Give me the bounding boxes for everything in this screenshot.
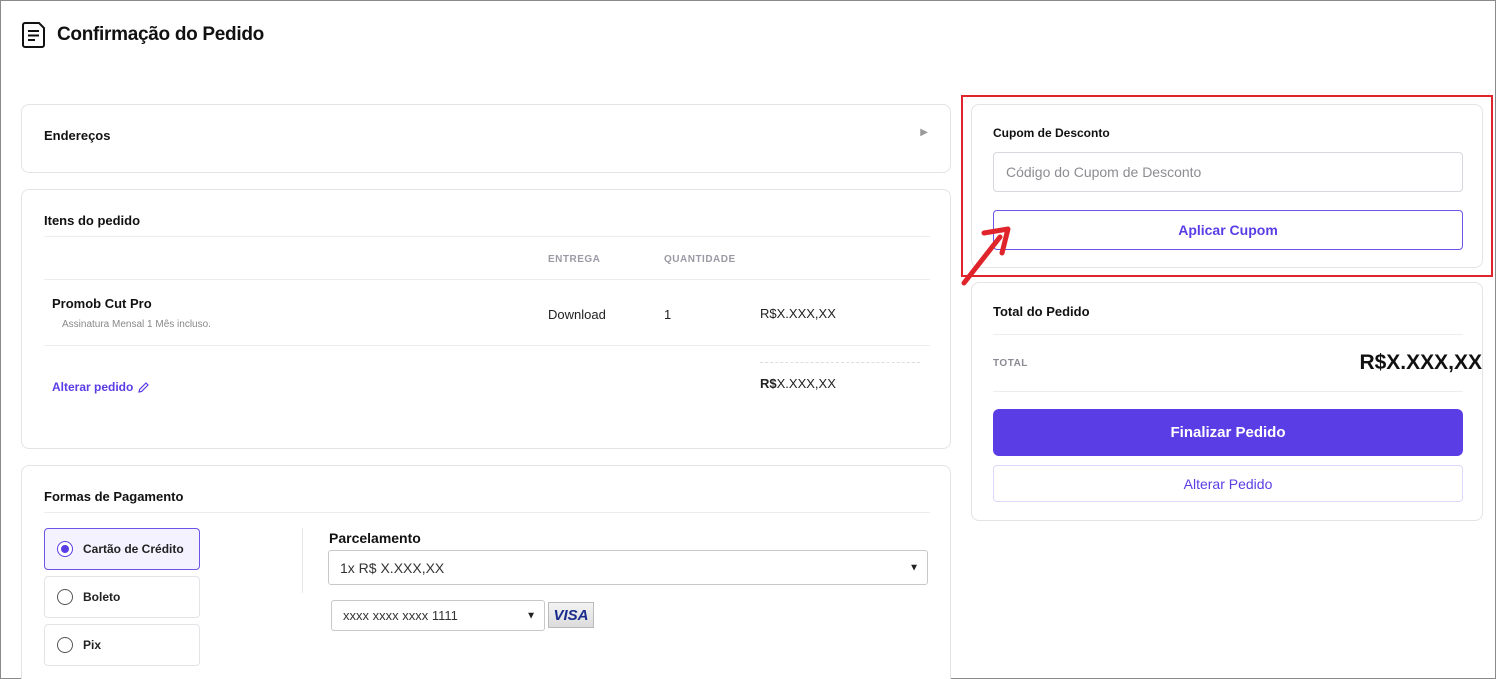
card-select[interactable]: xxxx xxxx xxxx 1111 ▼ bbox=[331, 600, 545, 631]
change-order-button[interactable]: Alterar Pedido bbox=[993, 465, 1463, 502]
highlight-box bbox=[961, 95, 1493, 277]
divider bbox=[993, 334, 1463, 335]
order-items-title: Itens do pedido bbox=[44, 213, 141, 228]
payment-option-label: Boleto bbox=[83, 590, 121, 604]
total-label: TOTAL bbox=[993, 358, 1028, 369]
order-total-title: Total do Pedido bbox=[993, 304, 1090, 319]
card-value: xxxx xxxx xxxx 1111 bbox=[343, 608, 458, 623]
payment-option-boleto[interactable]: Boleto bbox=[44, 576, 200, 618]
addresses-card[interactable]: Endereços ▶ bbox=[21, 104, 951, 173]
addresses-title: Endereços bbox=[44, 128, 111, 143]
column-header-delivery: ENTREGA bbox=[548, 254, 601, 265]
finalize-order-button[interactable]: Finalizar Pedido bbox=[993, 409, 1463, 456]
product-description: Assinatura Mensal 1 Mês incluso. bbox=[62, 319, 211, 330]
subtotal-value: R$X.XXX,XX bbox=[760, 376, 836, 391]
subtotal-amount: X.XXX,XX bbox=[776, 376, 836, 391]
divider bbox=[44, 345, 930, 346]
visa-logo: VISA bbox=[548, 602, 594, 628]
payment-option-label: Cartão de Crédito bbox=[83, 542, 184, 556]
parcelamento-value: 1x R$ X.XXX,XX bbox=[340, 559, 445, 576]
product-price: R$X.XXX,XX bbox=[760, 306, 836, 321]
chevron-down-icon: ▼ bbox=[909, 562, 919, 573]
parcelamento-select[interactable]: 1x R$ X.XXX,XX ▼ bbox=[328, 550, 928, 585]
vertical-divider bbox=[302, 528, 303, 593]
alterar-pedido-link[interactable]: Alterar pedido bbox=[52, 380, 150, 394]
divider bbox=[993, 391, 1463, 392]
triangle-right-icon[interactable]: ▶ bbox=[920, 127, 928, 138]
page-title: Confirmação do Pedido bbox=[57, 24, 264, 45]
pencil-icon bbox=[138, 381, 150, 393]
payment-methods-title: Formas de Pagamento bbox=[44, 489, 184, 504]
radio-unchecked[interactable] bbox=[57, 637, 73, 653]
total-value: R$X.XXX,XX bbox=[1359, 351, 1482, 374]
product-quantity: 1 bbox=[664, 307, 672, 322]
parcelamento-label: Parcelamento bbox=[329, 530, 421, 546]
order-items-card: Itens do pedido ENTREGA QUANTIDADE Promo… bbox=[21, 189, 951, 449]
alterar-pedido-label: Alterar pedido bbox=[52, 380, 134, 394]
annotation-arrow-icon bbox=[961, 226, 1011, 286]
payment-methods-card: Formas de Pagamento Cartão de Crédito Bo… bbox=[21, 465, 951, 679]
product-delivery: Download bbox=[548, 307, 606, 322]
payment-option-credit-card[interactable]: Cartão de Crédito bbox=[44, 528, 200, 570]
payment-option-label: Pix bbox=[83, 638, 102, 652]
chevron-down-icon: ▼ bbox=[526, 610, 536, 621]
subtotal-currency: R$ bbox=[760, 376, 777, 391]
order-total-card: Total do Pedido TOTAL R$X.XXX,XX Finaliz… bbox=[971, 282, 1483, 521]
page-header: Confirmação do Pedido bbox=[21, 21, 264, 49]
dashed-divider bbox=[760, 362, 920, 363]
document-icon bbox=[22, 22, 45, 48]
product-name: Promob Cut Pro bbox=[52, 296, 152, 311]
divider bbox=[44, 236, 930, 237]
divider bbox=[44, 279, 930, 280]
payment-option-pix[interactable]: Pix bbox=[44, 624, 200, 666]
radio-checked[interactable] bbox=[57, 541, 73, 557]
column-header-quantity: QUANTIDADE bbox=[664, 254, 736, 265]
divider bbox=[44, 512, 930, 513]
radio-unchecked[interactable] bbox=[57, 589, 73, 605]
